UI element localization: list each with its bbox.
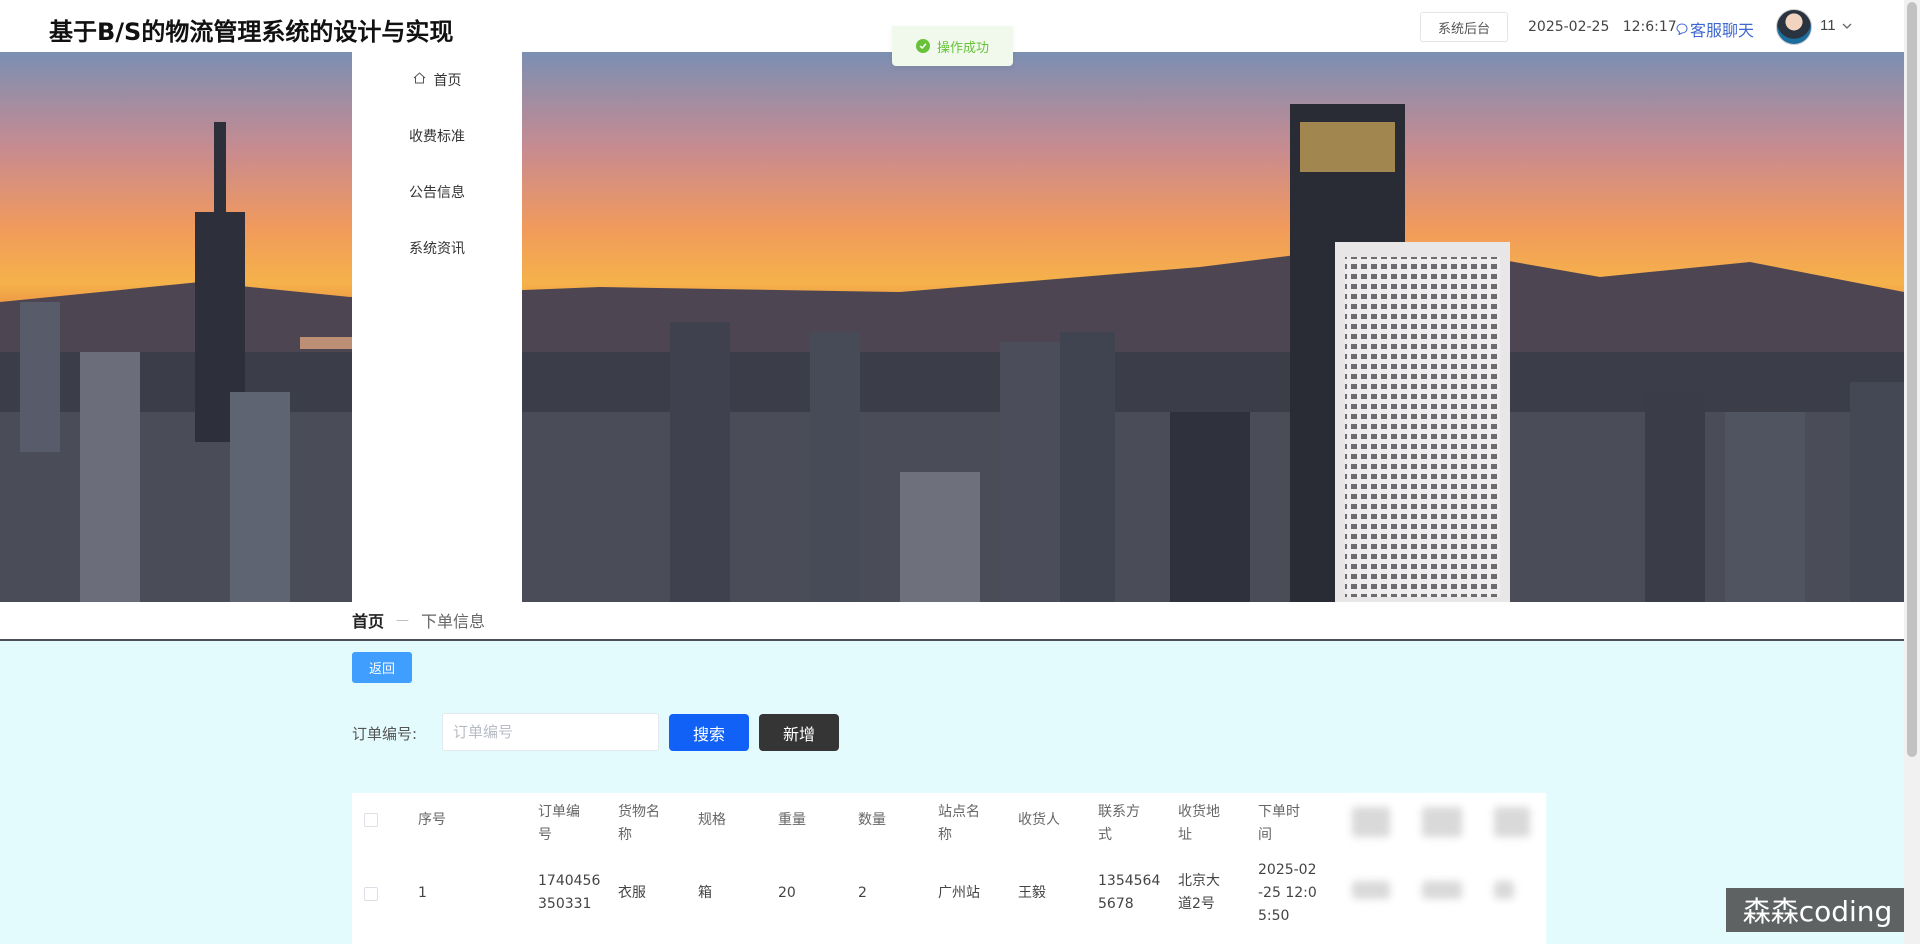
nav-item-fee-standard[interactable]: 收费标准 [352, 126, 522, 146]
cell-quantity: 2 [858, 885, 867, 901]
column-header: 序号 [418, 812, 446, 828]
nav-item-label: 系统资讯 [409, 241, 465, 257]
chat-link-label: 客服聊天 [1690, 21, 1755, 40]
nav-item-label: 首页 [433, 73, 462, 89]
side-navigation: 首页 收费标准 公告信息 系统资讯 [352, 52, 522, 602]
row-checkbox[interactable] [364, 887, 378, 901]
success-toast: 操作成功 [892, 26, 1013, 66]
user-name-text: 11 [1820, 17, 1836, 34]
cell-order-time: 2025-02 -25 12:0 5:50 [1258, 862, 1317, 924]
cell-weight: 20 [778, 885, 796, 901]
time-text: 12:6:17 [1622, 19, 1677, 35]
breadcrumb-separator: — [396, 612, 410, 628]
user-avatar[interactable] [1776, 9, 1812, 45]
cell-address: 北京大 道2号 [1178, 873, 1220, 912]
chevron-down-icon [1842, 17, 1852, 34]
system-admin-button[interactable]: 系统后台 [1420, 12, 1508, 42]
select-all-checkbox[interactable] [364, 813, 378, 827]
orders-table: 序号 订单编号 货物名称 规格 重量 数量 站点名称 收货人 联系方式 收货地址… [352, 793, 1546, 944]
column-header: 联系方式 [1098, 804, 1140, 843]
column-header: 数量 [858, 812, 886, 828]
cell-phone: 1354564 5678 [1098, 873, 1161, 912]
order-no-label: 订单编号: [352, 725, 418, 743]
back-button[interactable]: 返回 [352, 652, 412, 683]
vertical-scrollbar[interactable] [1904, 0, 1920, 944]
cell-station: 广州站 [938, 885, 980, 901]
search-button[interactable]: 搜索 [669, 714, 749, 751]
main-content: 返回 订单编号: 搜索 新增 序号 订单编号 货物名称 规格 重量 数量 站点名… [0, 641, 1904, 944]
chat-bubble-icon [1676, 20, 1688, 39]
nav-item-system-news[interactable]: 系统资讯 [352, 238, 522, 258]
blurred-columns [1344, 793, 1546, 944]
scrollbar-thumb[interactable] [1907, 2, 1917, 757]
home-icon [413, 72, 426, 88]
user-menu[interactable]: 11 [1820, 17, 1852, 34]
toast-message: 操作成功 [936, 40, 989, 56]
column-header: 下单时间 [1258, 804, 1300, 843]
column-header: 站点名称 [938, 804, 980, 843]
column-header: 收货人 [1018, 812, 1060, 828]
check-circle-icon [915, 39, 930, 53]
cell-order-no: 1740456 350331 [538, 873, 601, 912]
cell-spec: 箱 [698, 885, 712, 901]
nav-item-home[interactable]: 首页 [352, 70, 522, 90]
datetime-display: 2025-02-25 12:6:17 [1528, 19, 1677, 35]
watermark: 森森coding [1726, 888, 1909, 932]
add-button[interactable]: 新增 [759, 714, 839, 751]
nav-item-label: 收费标准 [409, 129, 465, 145]
order-no-search-input[interactable] [442, 713, 659, 751]
date-text: 2025-02-25 [1528, 19, 1610, 35]
cell-receiver: 王毅 [1018, 885, 1046, 901]
cell-index: 1 [418, 885, 427, 901]
column-header: 收货地址 [1178, 804, 1220, 843]
column-header: 货物名称 [618, 804, 660, 843]
breadcrumb: 首页 — 下单信息 [352, 608, 485, 632]
column-header: 规格 [698, 812, 726, 828]
site-title: 基于B/S的物流管理系统的设计与实现 [49, 18, 454, 46]
column-header: 重量 [778, 812, 806, 828]
cell-goods: 衣服 [618, 885, 646, 901]
breadcrumb-home[interactable]: 首页 [352, 608, 384, 632]
nav-item-label: 公告信息 [409, 185, 465, 201]
city-banner-image [0, 52, 1904, 602]
breadcrumb-current: 下单信息 [421, 612, 486, 631]
column-header: 订单编号 [538, 804, 580, 843]
nav-item-announcement[interactable]: 公告信息 [352, 182, 522, 202]
customer-chat-link[interactable]: 客服聊天 [1676, 17, 1754, 41]
